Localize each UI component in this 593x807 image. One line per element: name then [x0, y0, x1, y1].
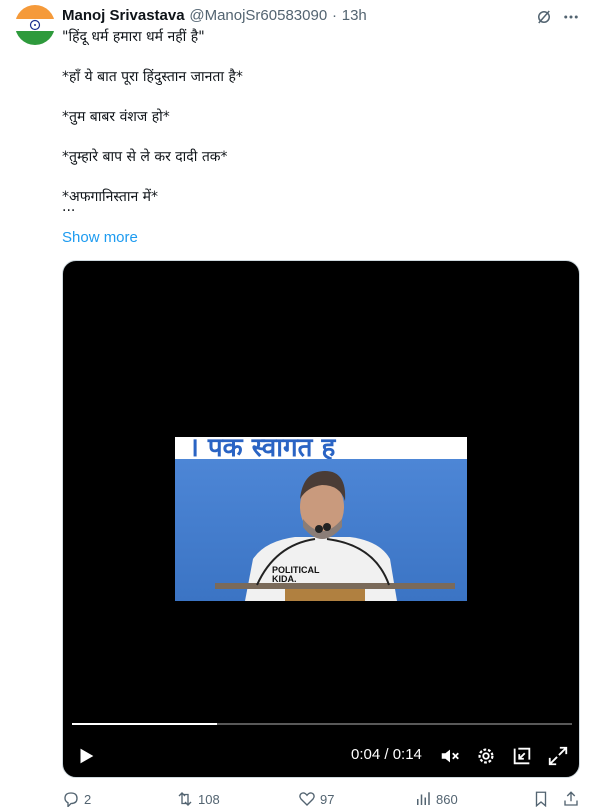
avatar[interactable]	[15, 5, 55, 45]
video-watermark: POLITICAL KIDA.	[272, 566, 320, 584]
author-name[interactable]: Manoj Srivastava	[62, 7, 185, 24]
settings-gear-icon[interactable]	[475, 745, 497, 767]
grok-icon[interactable]	[535, 8, 553, 26]
heart-icon	[299, 792, 315, 806]
india-flag-icon	[15, 5, 55, 45]
reply-icon	[64, 792, 78, 807]
picture-in-picture-icon[interactable]	[511, 745, 533, 767]
bookmark-icon[interactable]	[532, 790, 550, 807]
repost-icon	[178, 792, 192, 806]
reply-count: 2	[84, 791, 92, 807]
tweet-header: Manoj Srivastava @ManojSr60583090 · 13h	[62, 6, 573, 26]
author-handle[interactable]: @ManojSr60583090	[189, 7, 327, 24]
tweet-line: *तुम्हारे बाप से ले कर दादी तक*	[62, 149, 228, 165]
repost-button[interactable]: 108	[176, 790, 220, 807]
mute-icon[interactable]	[439, 745, 461, 767]
speaker-figure	[215, 471, 455, 601]
fullscreen-icon[interactable]	[547, 745, 569, 767]
repost-count: 108	[198, 791, 220, 807]
video-progress-fill	[72, 723, 217, 725]
separator-dot: ·	[331, 7, 337, 24]
video-progress-bar[interactable]	[72, 723, 572, 725]
tweet-actions: 2 108 97 860	[62, 790, 582, 807]
stage-banner: । पक स्वागत ह	[175, 437, 467, 459]
video-time-readout: 0:04 / 0:14	[351, 746, 422, 763]
share-icon[interactable]	[562, 790, 580, 807]
reply-button[interactable]: 2	[62, 790, 91, 807]
tweet-text: "हिंदू धर्म हमारा धर्म नहीं है" *हाँ ये …	[62, 27, 572, 213]
show-more-link[interactable]: Show more	[62, 229, 138, 246]
views-chart-icon	[417, 792, 430, 805]
watermark-line2: KIDA.	[272, 574, 297, 584]
play-icon[interactable]	[75, 745, 97, 767]
video-frame[interactable]: । पक स्वागत ह POLITICAL KIDA.	[175, 437, 467, 601]
view-count: 860	[436, 791, 458, 807]
like-button[interactable]: 97	[298, 790, 334, 807]
tweet-line: *हाँ ये बात पूरा हिंदुस्तान जानता है*	[62, 69, 243, 85]
like-count: 97	[320, 791, 335, 807]
tweet-line: *तुम बाबर वंशज हो*	[62, 109, 170, 125]
tweet-line: "हिंदू धर्म हमारा धर्म नहीं है"	[62, 29, 205, 45]
video-player[interactable]: । पक स्वागत ह POLITICAL KIDA. 0:04 / 0:1…	[62, 260, 580, 778]
post-time[interactable]: 13h	[342, 7, 367, 24]
views-button[interactable]: 860	[414, 790, 458, 807]
more-options-icon[interactable]	[562, 8, 580, 26]
